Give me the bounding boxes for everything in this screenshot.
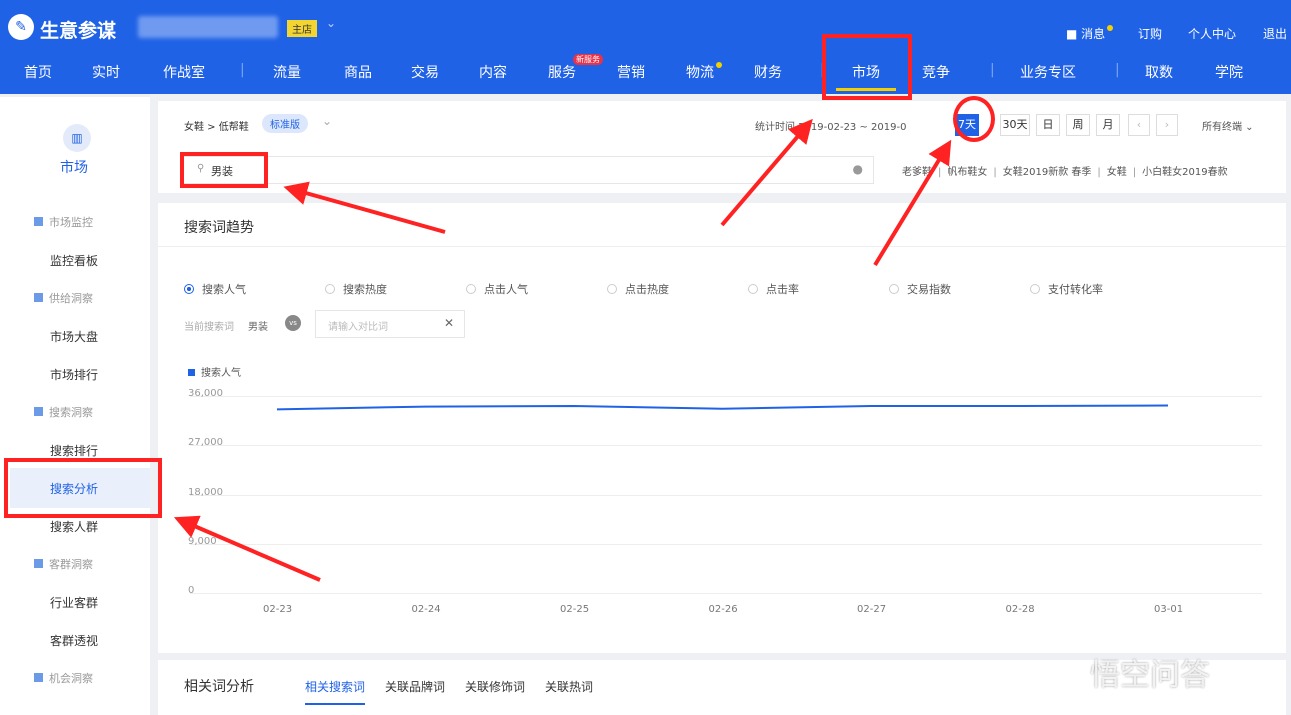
annotation-arrows	[0, 0, 1291, 715]
